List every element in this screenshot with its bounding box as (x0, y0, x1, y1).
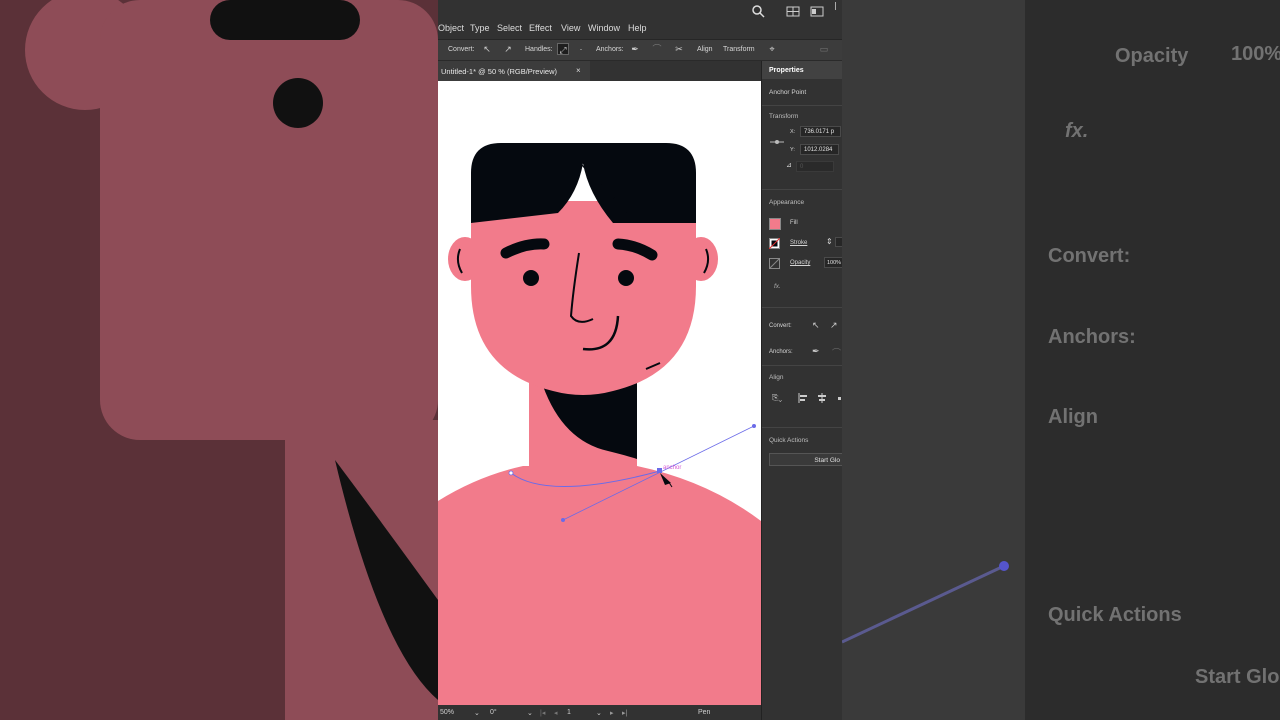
connect-anchor-icon[interactable]: ⌒ (651, 43, 663, 55)
menu-effect[interactable]: Effect (529, 23, 552, 33)
align-right-icon[interactable] (838, 397, 841, 400)
align-to-selection-icon[interactable]: ⎘⌄ (772, 393, 782, 403)
angle-icon: ⊿ (786, 162, 792, 169)
rotation-dropdown-icon[interactable]: ⌄ (527, 709, 533, 717)
search-icon[interactable] (751, 4, 765, 18)
selection-type: Anchor Point (769, 89, 807, 96)
handles-label: Handles: (525, 46, 553, 53)
character-illustration: anchor (438, 143, 761, 705)
zoom-dropdown-icon[interactable]: ⌄ (474, 709, 480, 717)
panel-anchors-label: Anchors: (769, 349, 793, 355)
x-field[interactable]: 736.0171 p (800, 126, 841, 137)
prev-artboard-icon[interactable]: ◂ (554, 709, 558, 717)
panel-remove-anchor-icon[interactable]: ✒ (812, 346, 820, 357)
opacity-icon (769, 258, 780, 269)
head-shape (471, 201, 696, 395)
arrange-documents-icon[interactable] (786, 6, 800, 17)
last-artboard-icon[interactable]: ▸| (622, 709, 627, 717)
hide-handles-icon[interactable]: · (575, 43, 587, 55)
canvas-area[interactable]: anchor (438, 81, 761, 705)
artboard-dropdown-icon[interactable]: ⌄ (596, 709, 602, 717)
fill-label: Fill (790, 220, 798, 226)
rotation-value[interactable]: 0° (490, 709, 497, 716)
stroke-swatch[interactable] (769, 238, 780, 249)
angle-field[interactable]: 0 (796, 161, 834, 172)
align-link[interactable]: Align (697, 46, 713, 53)
current-tool: Pen (698, 709, 711, 716)
menu-help[interactable]: Help (628, 23, 647, 33)
convert-label: Convert: (448, 46, 475, 53)
align-center-icon[interactable] (817, 393, 827, 403)
stroke-label[interactable]: Stroke (790, 240, 807, 246)
first-artboard-icon[interactable]: |◂ (540, 709, 545, 717)
panel-connect-anchor-icon[interactable]: ⌒ (832, 346, 841, 359)
stroke-weight-field[interactable] (835, 237, 842, 247)
fx-button[interactable]: fx. (774, 283, 781, 290)
x-label: X: (790, 129, 796, 135)
anchor-point-selected (657, 468, 662, 473)
stroke-stepper-icon[interactable]: ⇕ (826, 237, 833, 246)
panel-convert-smooth-icon[interactable]: ↗ (830, 320, 838, 331)
appearance-title: Appearance (769, 199, 805, 206)
right-eye (618, 270, 634, 286)
quick-actions-title: Quick Actions (769, 437, 809, 444)
transform-link[interactable]: Transform (723, 46, 755, 53)
properties-panel: Properties Anchor Point Transform X: 736… (761, 61, 842, 720)
handle-point-left (561, 518, 565, 522)
cut-path-icon[interactable]: ✂ (673, 43, 685, 55)
reference-point-icon[interactable] (770, 139, 784, 145)
bg-path-line (842, 561, 1009, 644)
menu-select[interactable]: Select (497, 23, 522, 33)
y-field[interactable]: 1012.0284 (800, 144, 839, 155)
anchors-label: Anchors: (596, 46, 624, 53)
background-face-art (0, 0, 438, 720)
anchor-point-start (508, 470, 514, 476)
panel-convert-corner-icon[interactable]: ↖ (812, 320, 820, 331)
y-label: Y: (790, 147, 795, 153)
menu-object[interactable]: Object (438, 23, 464, 33)
remove-anchor-icon[interactable]: ✒ (629, 43, 641, 55)
transform-title: Transform (769, 113, 799, 120)
align-left-icon[interactable] (798, 393, 808, 403)
control-bar: Convert: ↖ ↗ Handles: ⤢ · Anchors: ✒ ⌒ ✂… (438, 40, 842, 61)
align-title: Align (769, 374, 784, 381)
panel-convert-label: Convert: (769, 323, 792, 329)
document-tab[interactable]: Untitled-1* @ 50 % (RGB/Preview) × (438, 61, 590, 81)
show-handles-icon[interactable]: ⤢ (557, 43, 569, 55)
panel-menu-icon[interactable]: ▭ (818, 43, 830, 55)
handle-point-right (752, 424, 756, 428)
document-tab-bar: Untitled-1* @ 50 % (RGB/Preview) × (438, 61, 761, 81)
start-global-edit-button[interactable]: Start Glo (769, 453, 842, 466)
menu-window[interactable]: Window (588, 23, 620, 33)
menu-bar: Object Type Select Effect View Window He… (438, 0, 842, 40)
document-tab-title: Untitled-1* @ 50 % (RGB/Preview) (441, 67, 557, 76)
convert-smooth-icon[interactable]: ↗ (502, 43, 514, 55)
anchor-hint-label: anchor (663, 465, 681, 471)
background-face-blur (0, 0, 438, 720)
convert-corner-icon[interactable]: ↖ (481, 43, 493, 55)
workspace-icon[interactable] (810, 6, 824, 17)
menu-view[interactable]: View (561, 23, 580, 33)
isolate-icon[interactable]: ⌖ (766, 43, 778, 55)
close-tab-icon[interactable]: × (576, 66, 581, 75)
left-eye (523, 270, 539, 286)
opacity-field[interactable]: 100% (824, 257, 842, 268)
artboard-number[interactable]: 1 (567, 709, 571, 716)
artboard[interactable]: anchor (438, 81, 761, 705)
properties-tab[interactable]: Properties (762, 61, 842, 79)
fill-swatch[interactable] (769, 218, 781, 230)
next-artboard-icon[interactable]: ▸ (610, 709, 614, 717)
menu-type[interactable]: Type (470, 23, 490, 33)
illustrator-window: Object Type Select Effect View Window He… (438, 0, 842, 720)
opacity-label[interactable]: Opacity (790, 260, 810, 266)
status-bar: 50% ⌄ 0° ⌄ |◂ ◂ 1 ⌄ ▸ ▸| Pen (438, 705, 761, 720)
background-panel-blur: Opacity 100% fx. Convert: Anchors: Align… (842, 0, 1280, 720)
minimize-icon[interactable] (835, 2, 842, 10)
zoom-level[interactable]: 50% (440, 709, 454, 716)
